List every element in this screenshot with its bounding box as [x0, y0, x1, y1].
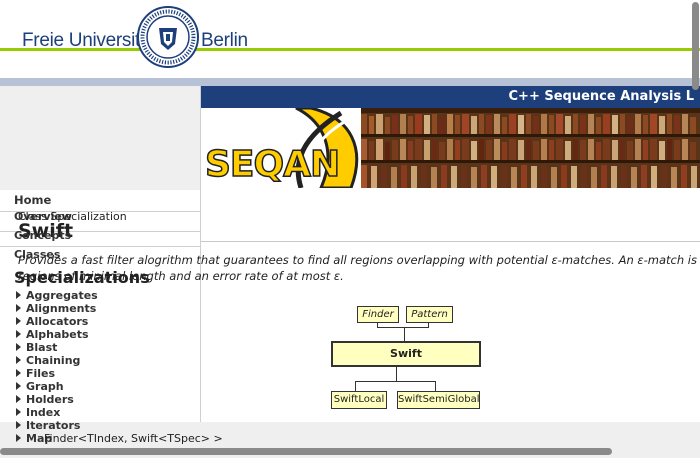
- header-divider-stripe: [0, 78, 700, 86]
- diagram-connector: [355, 381, 436, 382]
- swiftsemiglobal-label: SwiftSemiGlobal: [398, 394, 480, 405]
- institution-name-right[interactable]: Berlin: [201, 30, 248, 52]
- diagram-connector: [377, 327, 429, 328]
- nav-item-allocators[interactable]: Allocators: [16, 315, 88, 328]
- university-seal-icon[interactable]: [137, 6, 199, 68]
- nav-item-holders[interactable]: Holders: [16, 393, 74, 406]
- expand-triangle-icon: [16, 421, 21, 429]
- diagram-connector: [435, 381, 436, 391]
- pattern-concept-box[interactable]: Pattern: [406, 306, 453, 323]
- expand-triangle-icon: [16, 382, 21, 390]
- nav-item-label: Graph: [26, 380, 64, 393]
- class-signature: Finder<TIndex, Swift<TSpec> >: [44, 432, 223, 445]
- swiftlocal-box[interactable]: SwiftLocal: [331, 391, 387, 409]
- diagram-connector: [404, 327, 405, 341]
- nav-item-label: Holders: [26, 393, 74, 406]
- nav-item-index[interactable]: Index: [16, 406, 60, 419]
- expand-triangle-icon: [16, 330, 21, 338]
- nav-item-label: Iterators: [26, 419, 81, 432]
- swiftlocal-label: SwiftLocal: [333, 394, 385, 405]
- nav-item-label: Alphabets: [26, 328, 89, 341]
- nav-item-label: Allocators: [26, 315, 89, 328]
- pattern-label: Pattern: [411, 309, 448, 320]
- nav-concepts-link[interactable]: Concepts: [14, 229, 71, 242]
- expand-triangle-icon: [16, 408, 21, 416]
- swift-label: Swift: [390, 347, 422, 360]
- expand-triangle-icon: [16, 356, 21, 364]
- seqan-logo-text: SEQAN: [204, 143, 341, 186]
- nav-item-label: Chaining: [26, 354, 81, 367]
- site-title: C++ Sequence Analysis L: [508, 89, 694, 104]
- expand-triangle-icon: [16, 317, 21, 325]
- institution-name-left[interactable]: Freie Universität: [22, 30, 156, 52]
- nav-item-alphabets[interactable]: Alphabets: [16, 328, 89, 341]
- nav-item-chaining[interactable]: Chaining: [16, 354, 80, 367]
- diagram-connector: [355, 381, 356, 391]
- nav-item-files[interactable]: Files: [16, 367, 55, 380]
- finder-concept-box[interactable]: Finder: [357, 306, 399, 323]
- swiftsemiglobal-box[interactable]: SwiftSemiGlobal: [397, 391, 480, 409]
- nav-item-graph[interactable]: Graph: [16, 380, 64, 393]
- diagram-connector: [396, 365, 397, 381]
- swift-class-box: Swift: [331, 341, 481, 367]
- content-divider: [201, 241, 700, 242]
- nav-item-blast[interactable]: Blast: [16, 341, 57, 354]
- nav-item-iterators[interactable]: Iterators: [16, 419, 80, 432]
- nav-item-alignments[interactable]: Alignments: [16, 302, 96, 315]
- nav-item-label: Blast: [26, 341, 58, 354]
- expand-triangle-icon: [16, 291, 21, 299]
- expand-triangle-icon: [16, 343, 21, 351]
- nav-item-label: Index: [26, 406, 61, 419]
- nav-item-label: Aggregates: [26, 289, 98, 302]
- vertical-scrollbar[interactable]: [692, 2, 699, 90]
- nav-separator: [0, 246, 200, 247]
- finder-label: Finder: [362, 309, 394, 320]
- title-bar: C++ Sequence Analysis L: [201, 86, 700, 108]
- nav-home-link[interactable]: Home: [14, 193, 51, 207]
- specializations-heading: Specializations: [14, 268, 150, 287]
- horizontal-scrollbar[interactable]: [0, 448, 612, 455]
- nav-item-label: Files: [26, 367, 56, 380]
- expand-triangle-icon: [16, 304, 21, 312]
- description-line-1: Provides a fast filter alogrithm that gu…: [18, 253, 700, 267]
- expand-triangle-icon: [16, 369, 21, 377]
- nav-item-label: Alignments: [26, 302, 97, 315]
- nav-item-aggregates[interactable]: Aggregates: [16, 289, 98, 302]
- expand-triangle-icon: [16, 434, 21, 442]
- expand-triangle-icon: [16, 395, 21, 403]
